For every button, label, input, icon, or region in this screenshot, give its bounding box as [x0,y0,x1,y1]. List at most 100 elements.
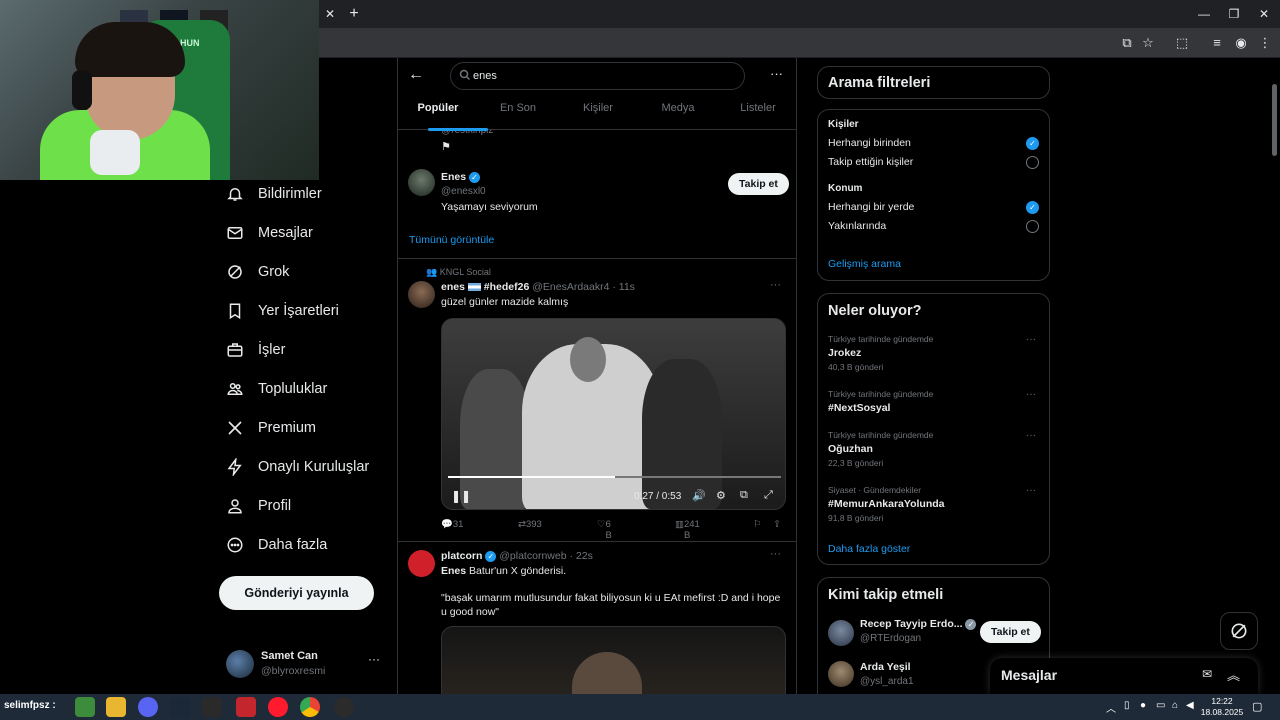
file-explorer-icon[interactable] [106,697,126,717]
avatar[interactable] [408,281,435,308]
more-icon[interactable]: ··· [368,652,380,666]
new-tab-icon[interactable]: + [344,4,364,24]
share-icon[interactable]: ⇪ [773,519,781,530]
app-icon[interactable] [75,697,95,717]
fullscreen-icon[interactable]: ⤢ [764,489,773,502]
show-all-link[interactable]: Tümünü görüntüle [409,234,494,246]
avatar[interactable] [828,620,854,646]
minimize-icon[interactable]: — [1194,5,1214,23]
radio-unselected[interactable] [1026,156,1039,169]
tab-popular[interactable]: Popüler [398,102,478,130]
account-switcher[interactable]: Samet Can @blyroxresmi ··· [226,648,386,680]
tab-lists[interactable]: Listeler [718,102,796,130]
like-button[interactable]: ♡ 6 B [597,519,612,541]
post-button[interactable]: Gönderiyi yayınla [219,576,374,610]
network-icon[interactable]: ⌂ [1172,700,1178,711]
video-player[interactable]: ❚❚ 0:27 / 0:53 🔊 ⚙ ⧉ ⤢ [441,318,786,510]
nav-grok[interactable]: Grok [226,257,289,287]
trend-name[interactable]: Oğuzhan [828,443,873,455]
extensions-icon[interactable]: ⬚ [1173,34,1191,52]
radio-selected[interactable]: ✓ [1026,201,1039,214]
user-result-name[interactable]: Enes ✓ [441,171,481,183]
filter-option-label[interactable]: Herhangi birinden [828,137,911,149]
settings-gear-icon[interactable]: ⚙ [716,489,726,502]
menu-kebab-icon[interactable]: ⋮ [1256,34,1274,52]
trend-name[interactable]: Jrokez [828,347,861,359]
nav-verified-orgs[interactable]: Onaylı Kuruluşlar [226,452,369,482]
steam-icon[interactable] [170,697,190,717]
restore-icon[interactable]: ❐ [1224,5,1244,23]
nav-profile[interactable]: Profil [226,491,291,521]
back-arrow-icon[interactable]: ← [408,66,424,84]
nav-premium[interactable]: Premium [226,413,316,443]
avatar[interactable] [408,169,435,196]
suggested-user-name[interactable]: Recep Tayyip Erdo... ✓ [860,618,977,630]
post-hashtag[interactable]: #hedef26 [484,281,530,293]
grok-float-button[interactable] [1220,612,1258,650]
filter-option-label[interactable]: Herhangi bir yerde [828,201,914,213]
messages-drawer[interactable]: Mesajlar ✉ ︽ [990,658,1258,694]
close-window-icon[interactable]: ✕ [1254,5,1274,23]
nav-more[interactable]: Daha fazla [226,530,327,560]
picture-in-picture-icon[interactable]: ⧉ [740,489,748,502]
app-icon[interactable] [334,697,354,717]
close-tab-icon[interactable]: ✕ [322,6,338,22]
more-icon[interactable]: ··· [1026,430,1036,441]
bookmark-icon[interactable]: ⚐ [753,519,762,530]
avatar[interactable] [408,550,435,577]
trend-name[interactable]: #MemurAnkaraYolunda [828,498,945,510]
suggested-user-name[interactable]: Arda Yeşil [860,661,911,673]
reply-author[interactable]: Enes [441,565,466,577]
tab-latest[interactable]: En Son [478,102,558,130]
advanced-search-link[interactable]: Gelişmiş arama [828,258,901,270]
app-icon[interactable] [236,697,256,717]
nav-communities[interactable]: Topluluklar [226,374,327,404]
nav-bookmarks[interactable]: Yer İşaretleri [226,296,339,326]
expand-chevron-icon[interactable]: ︽ [1227,665,1240,684]
filter-option-label[interactable]: Yakınlarında [828,220,886,232]
post-media[interactable] [441,626,786,694]
tray-icon[interactable]: ▯ [1124,700,1130,711]
follow-button[interactable]: Takip et [728,173,789,195]
filter-option-label[interactable]: Takip ettiğin kişiler [828,156,913,168]
radio-unselected[interactable] [1026,220,1039,233]
opera-icon[interactable] [268,697,288,717]
radio-selected[interactable]: ✓ [1026,137,1039,150]
epic-games-icon[interactable] [202,697,222,717]
post-author[interactable]: enes [441,281,465,293]
nav-messages[interactable]: Mesajlar [226,218,313,248]
avatar[interactable] [828,661,854,687]
post-author[interactable]: platcorn [441,550,482,562]
new-message-icon[interactable]: ✉ [1202,667,1212,681]
views-button[interactable]: ▥ 241 B [675,519,700,541]
volume-icon[interactable]: 🔊 [692,489,706,502]
more-icon[interactable]: ··· [770,548,781,560]
nav-notifications[interactable]: Bildirimler [226,179,322,209]
discord-icon[interactable] [138,697,158,717]
cast-icon[interactable]: ⧉ [1118,34,1136,52]
show-more-link[interactable]: Daha fazla göster [828,543,910,555]
reply-button[interactable]: 💬 31 [441,519,463,530]
media-control-icon[interactable]: ≡ [1208,34,1226,52]
more-icon[interactable]: ··· [1026,485,1036,496]
nav-jobs[interactable]: İşler [226,335,285,365]
tab-people[interactable]: Kişiler [558,102,638,130]
more-icon[interactable]: ··· [1026,334,1036,345]
search-input[interactable]: enes [450,62,745,90]
display-icon[interactable]: ▭ [1156,700,1165,711]
tab-media[interactable]: Medya [638,102,718,130]
scrollbar-thumb[interactable] [1272,84,1277,156]
tray-chevron-icon[interactable]: ︿ [1106,700,1116,715]
notification-icon[interactable]: ▢ [1252,700,1262,713]
microphone-icon[interactable]: ● [1140,700,1146,711]
follow-button[interactable]: Takip et [980,621,1041,643]
more-icon[interactable]: ··· [770,66,783,81]
trend-name[interactable]: #NextSosyal [828,402,890,414]
more-icon[interactable]: ··· [770,279,781,291]
profile-icon[interactable]: ◉ [1232,34,1250,52]
more-icon[interactable]: ··· [1026,389,1036,400]
chrome-icon[interactable] [300,697,320,717]
volume-icon[interactable]: ◀ [1186,700,1194,711]
bookmark-star-icon[interactable]: ☆ [1139,34,1157,52]
repost-button[interactable]: ⇄ 393 [518,519,542,530]
